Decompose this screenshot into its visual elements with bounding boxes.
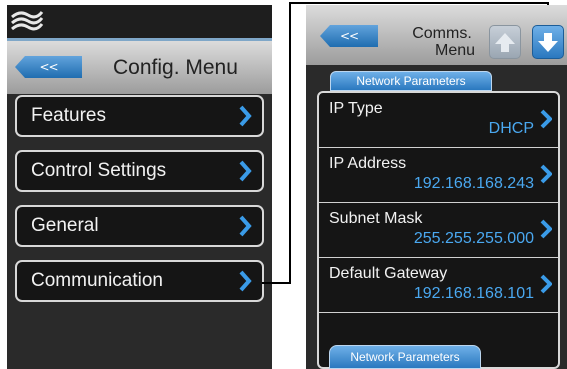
row-value: DHCP	[488, 120, 534, 137]
chevron-right-icon	[540, 164, 552, 184]
row-value: 192.168.168.101	[413, 285, 534, 302]
row-value: 255.255.255.000	[413, 230, 534, 247]
chevron-right-icon	[239, 160, 252, 182]
list-item-ip-address[interactable]: IP Address 192.168.168.243	[319, 148, 558, 203]
chevron-right-icon	[540, 219, 552, 239]
comms-menu-header: << Comms. Menu	[306, 5, 567, 65]
chevron-right-icon	[239, 270, 252, 292]
row-label: Default Gateway	[329, 265, 448, 282]
chevron-right-icon	[540, 274, 552, 294]
menu-item-control-settings[interactable]: Control Settings	[15, 150, 264, 192]
top-bar	[7, 5, 272, 38]
network-parameters-panel: IP Type DHCP IP Address 192.168.168.243 …	[317, 91, 560, 369]
menu-item-label: Features	[31, 105, 106, 126]
menu-item-features[interactable]: Features	[15, 95, 264, 137]
menu-item-general[interactable]: General	[15, 205, 264, 247]
chevron-right-icon	[239, 215, 252, 237]
menu-item-label: General	[31, 215, 99, 236]
menu-item-communication[interactable]: Communication	[15, 260, 264, 302]
page-title: Config. Menu	[113, 56, 238, 79]
row-label: Subnet Mask	[329, 210, 423, 227]
config-menu-header: << Config. Menu	[7, 41, 272, 94]
list-item-default-gateway[interactable]: Default Gateway 192.168.168.101	[319, 258, 558, 313]
menu-item-label: Control Settings	[31, 160, 167, 181]
back-button[interactable]: <<	[15, 56, 82, 78]
network-parameters-button[interactable]: Network Parameters	[329, 345, 481, 369]
list-item-ip-type[interactable]: IP Type DHCP	[319, 93, 558, 148]
chevron-right-icon	[540, 109, 552, 129]
menu-item-label: Communication	[31, 270, 163, 291]
arrow-up-icon	[495, 33, 515, 52]
config-menu-screen: << Config. Menu Features Control Setting…	[7, 5, 272, 369]
wave-logo-icon	[11, 11, 44, 31]
list-item-subnet-mask[interactable]: Subnet Mask 255.255.255.000	[319, 203, 558, 258]
page-title: Comms. Menu	[412, 25, 476, 59]
comms-menu-screen: << Comms. Menu Network Parameters IP Typ…	[306, 5, 567, 369]
back-button[interactable]: <<	[320, 25, 378, 47]
row-value: 192.168.168.243	[413, 175, 534, 192]
row-label: IP Address	[329, 155, 407, 172]
tab-network-parameters[interactable]: Network Parameters	[330, 71, 492, 91]
arrow-down-icon	[538, 33, 558, 52]
scroll-up-button[interactable]	[489, 25, 521, 59]
scroll-down-button[interactable]	[532, 25, 564, 59]
row-label: IP Type	[329, 100, 383, 117]
chevron-right-icon	[239, 105, 252, 127]
